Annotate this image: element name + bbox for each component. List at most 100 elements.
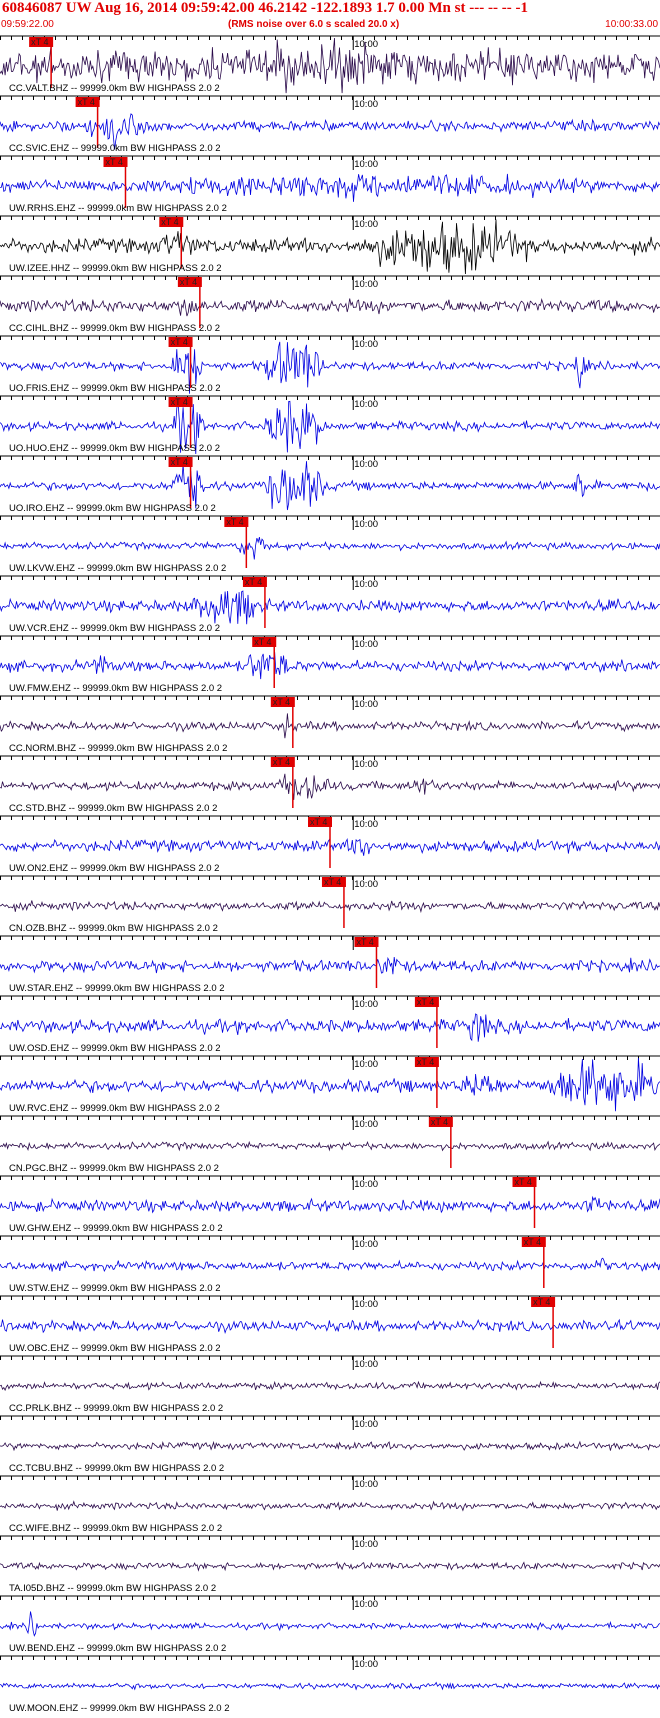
trace-label: UW.IZEE.HHZ -- 99999.0km BW HIGHPASS 2.0… bbox=[9, 263, 222, 274]
pick-flag-label: xT 4 bbox=[273, 697, 290, 707]
trace-row: 10:00 xT 4 UW.GHW.EHZ -- 99999.0km BW HIGH… bbox=[0, 1175, 660, 1234]
trace-row: 10:00 xT 4 UW.OSD.EHZ -- 99999.0km BW HIGH… bbox=[0, 995, 660, 1054]
minute-marker-label: 10:00 bbox=[354, 519, 378, 530]
pick-flag-label: xT 4 bbox=[524, 1237, 541, 1247]
trace-label: UW.RRHS.EHZ -- 99999.0km BW HIGHPASS 2.0… bbox=[9, 203, 227, 214]
minute-marker-label: 10:00 bbox=[354, 879, 378, 890]
pick-flag-label: xT 4 bbox=[78, 97, 95, 107]
scale-note: (RMS noise over 6.0 s scaled 20.0 x) bbox=[228, 19, 400, 30]
waveform bbox=[0, 1440, 660, 1452]
trace-label: UO.IRO.EHZ -- 99999.0km BW HIGHPASS 2.0 … bbox=[9, 503, 216, 514]
minute-marker-label: 10:00 bbox=[354, 1059, 378, 1070]
trace-row: 10:00 xT 4 UW.STW.EHZ -- 99999.0km BW HIGH… bbox=[0, 1235, 660, 1294]
minute-marker-label: 10:00 bbox=[354, 39, 378, 50]
waveform bbox=[0, 173, 660, 202]
trace-row: 10:00 xT 4 UO.HUO.EHZ -- 99999.0km BW HIGH… bbox=[0, 395, 660, 455]
pick-flag-label: xT 4 bbox=[226, 517, 243, 527]
trace-label: CC.WIFE.BHZ -- 99999.0km BW HIGHPASS 2.0… bbox=[9, 1523, 222, 1534]
pick-flag-label: xT 4 bbox=[171, 337, 188, 347]
pick-flag-label: xT 4 bbox=[171, 457, 188, 467]
minute-marker-label: 10:00 bbox=[354, 1299, 378, 1310]
trace-row: 10:00 CC.WIFE.BHZ -- 99999.0km BW HIGHPAS… bbox=[0, 1475, 660, 1534]
minute-marker-label: 10:00 bbox=[354, 1179, 378, 1190]
trace-row: 10:00xT 4UW.STAR.EHZ -- 99999.0km BW HIG… bbox=[0, 935, 660, 994]
trace-label: UW.GHW.EHZ -- 99999.0km BW HIGHPASS 2.0 … bbox=[9, 1223, 223, 1234]
trace-label: CC.STD.BHZ -- 99999.0km BW HIGHPASS 2.0 … bbox=[9, 803, 217, 814]
waveform bbox=[0, 956, 660, 975]
trace-row: 10:00 xT 4 UO.FRIS.EHZ -- 99999.0km BW HIG… bbox=[0, 335, 660, 394]
trace-label: UO.FRIS.EHZ -- 99999.0km BW HIGHPASS 2.0… bbox=[9, 383, 221, 394]
trace-row: 10:00 xT 4 UW.RRHS.EHZ -- 99999.0km BW HIG… bbox=[0, 155, 660, 214]
waveform bbox=[0, 1611, 660, 1637]
minute-marker-label: 10:00 bbox=[354, 399, 378, 410]
trace-label: TA.I05D.BHZ -- 99999.0km BW HIGHPASS 2.0… bbox=[9, 1583, 216, 1594]
trace-label: UW.MOON.EHZ -- 99999.0km BW HIGHPASS 2.0… bbox=[9, 1703, 230, 1714]
minute-marker-label: 10:00 bbox=[354, 639, 378, 650]
pick-flag-label: xT 4 bbox=[324, 877, 341, 887]
pick-flag-label: xT 4 bbox=[356, 937, 373, 947]
trace-label: UW.VCR.EHZ -- 99999.0km BW HIGHPASS 2.0 … bbox=[9, 623, 220, 634]
minute-marker-label: 10:00 bbox=[354, 1119, 378, 1130]
trace-label: UW.LKVW.EHZ -- 99999.0km BW HIGHPASS 2.0… bbox=[9, 563, 226, 574]
waveform bbox=[0, 900, 660, 914]
minute-marker-label: 10:00 bbox=[354, 159, 378, 170]
trace-row: 10:00 CC.TCBU.BHZ -- 99999.0km BW HIGHPAS… bbox=[0, 1415, 660, 1474]
minute-marker-label: 10:00 bbox=[354, 759, 378, 770]
waveform bbox=[0, 1140, 660, 1152]
trace-row: 10:00 xT 4 UW.RVC.EHZ -- 99999.0km BW HIGH… bbox=[0, 1055, 660, 1114]
pick-flag-label: xT 4 bbox=[533, 1297, 550, 1307]
waveform bbox=[0, 537, 660, 560]
minute-marker-label: 10:00 bbox=[354, 339, 378, 350]
seismogram-traces: 10:00 xT 4 CC.VALT.BHZ -- 99999.0km BW HIG… bbox=[0, 35, 660, 1714]
trace-label: UW.RVC.EHZ -- 99999.0km BW HIGHPASS 2.0 … bbox=[9, 1103, 220, 1114]
minute-marker-label: 10:00 bbox=[354, 219, 378, 230]
minute-marker-label: 10:00 bbox=[354, 1239, 378, 1250]
trace-row: 10:00 xT 4 UW.FMW.EHZ -- 99999.0km BW HIGH… bbox=[0, 635, 660, 694]
trace-row: 10:00 xT 4 UW.VCR.EHZ -- 99999.0km BW HIGH… bbox=[0, 575, 660, 634]
minute-marker-label: 10:00 bbox=[354, 1359, 378, 1370]
waveform bbox=[0, 1380, 660, 1392]
trace-label: UO.HUO.EHZ -- 99999.0km BW HIGHPASS 2.0 … bbox=[9, 443, 220, 454]
trace-row: 10:00 CC.PRLK.BHZ -- 99999.0km BW HIGHPAS… bbox=[0, 1355, 660, 1414]
pick-flag-label: xT 4 bbox=[310, 817, 327, 827]
waveform bbox=[0, 297, 660, 317]
trace-row: 10:00 xT 4 UO.IRO.EHZ -- 99999.0km BW HIGH… bbox=[0, 455, 660, 514]
trace-row: 10:00 xT 4 UW.ON2.EHZ -- 99999.0km BW HIGH… bbox=[0, 815, 660, 874]
trace-label: CC.PRLK.BHZ -- 99999.0km BW HIGHPASS 2.0… bbox=[9, 1403, 223, 1414]
trace-row: 10:00 UW.BEND.EHZ -- 99999.0km BW HIGHPAS… bbox=[0, 1595, 660, 1654]
waveform bbox=[0, 1681, 660, 1691]
trace-label: UW.BEND.EHZ -- 99999.0km BW HIGHPASS 2.0… bbox=[9, 1643, 226, 1654]
minute-marker-label: 10:00 bbox=[354, 279, 378, 290]
waveform bbox=[0, 652, 660, 680]
waveform bbox=[0, 1257, 660, 1273]
minute-marker-label: 10:00 bbox=[354, 819, 378, 830]
waveform bbox=[0, 1318, 660, 1334]
minute-marker-label: 10:00 bbox=[354, 99, 378, 110]
pick-flag-label: xT 4 bbox=[180, 277, 197, 287]
start-time: 09:59:22.00 bbox=[1, 19, 54, 30]
pick-flag-label: xT 4 bbox=[417, 997, 434, 1007]
pick-flag-label: xT 4 bbox=[431, 1117, 448, 1127]
minute-marker-label: 10:00 bbox=[354, 1419, 378, 1430]
pick-flag-label: xT 4 bbox=[161, 217, 178, 227]
trace-label: UW.STW.EHZ -- 99999.0km BW HIGHPASS 2.0 … bbox=[9, 1283, 221, 1294]
trace-row: 10:00 xT 4 CN.OZB.BHZ -- 99999.0km BW HIGH… bbox=[0, 875, 660, 934]
pick-flag-label: xT 4 bbox=[417, 1057, 434, 1067]
trace-label: CN.OZB.BHZ -- 99999.0km BW HIGHPASS 2.0 … bbox=[9, 923, 218, 934]
minute-marker-label: 10:00 bbox=[354, 1539, 378, 1550]
trace-label: CC.SVIC.EHZ -- 99999.0km BW HIGHPASS 2.0… bbox=[9, 143, 221, 154]
waveform bbox=[0, 1561, 660, 1572]
trace-row: 10:00 xT 4 CN.PGC.BHZ -- 99999.0km BW HIGH… bbox=[0, 1115, 660, 1174]
minute-marker-label: 10:00 bbox=[354, 999, 378, 1010]
end-time: 10:00:33.00 bbox=[605, 19, 658, 30]
minute-marker-label: 10:00 bbox=[354, 1659, 378, 1670]
pick-flag-label: xT 4 bbox=[31, 37, 48, 47]
minute-marker-label: 10:00 bbox=[354, 699, 378, 710]
trace-label: UW.OBC.EHZ -- 99999.0km BW HIGHPASS 2.0 … bbox=[9, 1343, 221, 1354]
trace-row: 10:00 xT 4 CC.VALT.BHZ -- 99999.0km BW HIG… bbox=[0, 35, 660, 94]
trace-label: CC.NORM.BHZ -- 99999.0km BW HIGHPASS 2.0… bbox=[9, 743, 227, 754]
trace-row: 10:00 xT 4 CC.NORM.BHZ -- 99999.0km BW HIG… bbox=[0, 695, 660, 754]
trace-row: 10:00 xT 4 CC.CIHL.BHZ -- 99999.0km BW HIG… bbox=[0, 275, 660, 334]
trace-label: CC.TCBU.BHZ -- 99999.0km BW HIGHPASS 2.0… bbox=[9, 1463, 224, 1474]
pick-flag-label: xT 4 bbox=[273, 757, 290, 767]
